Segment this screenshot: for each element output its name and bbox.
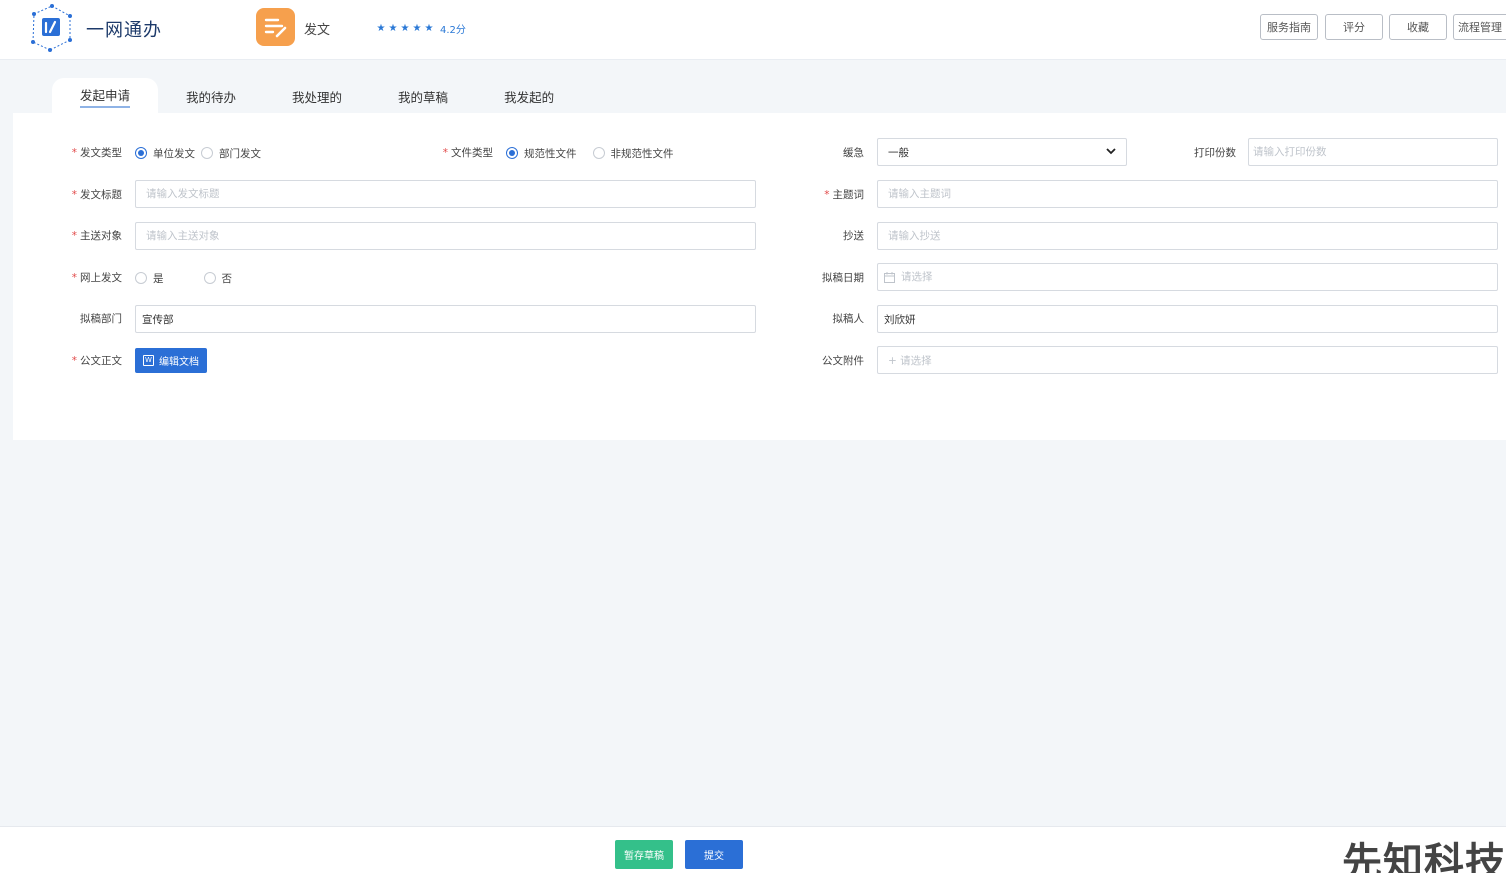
keywords-label: * 主题词 xyxy=(824,189,864,201)
print-copies-label: 打印份数 xyxy=(1194,147,1236,159)
star-icon: ★ xyxy=(388,23,398,34)
body-label: * 公文正文 xyxy=(71,355,122,367)
draft-date-input[interactable] xyxy=(901,271,1491,283)
process-management-button[interactable]: 流程管理 xyxy=(1453,14,1506,40)
draft-date-input-wrapper xyxy=(877,263,1498,291)
file-type-normative-label: 规范性文件 xyxy=(524,147,577,160)
drafter-field[interactable]: 刘欣妍 xyxy=(877,305,1498,333)
star-icon: ★ xyxy=(424,23,434,34)
document-icon: W xyxy=(143,355,154,366)
file-type-radio-group: 规范性文件 非规范性文件 xyxy=(506,146,674,160)
urgency-select[interactable]: 一般 xyxy=(877,138,1127,166)
submit-button[interactable]: 提交 xyxy=(685,840,743,869)
file-type-normative-radio[interactable] xyxy=(506,147,518,159)
tab-bar: 发起申请 我的待办 我处理的 我的草稿 我发起的 xyxy=(52,78,582,114)
tab-todo[interactable]: 我的待办 xyxy=(158,78,264,114)
drafter-label: 拟稿人 xyxy=(832,313,865,325)
online-yes-label: 是 xyxy=(153,272,164,285)
brand-name: 一网通办 xyxy=(86,20,162,41)
edit-document-button[interactable]: W 编辑文档 xyxy=(135,348,207,373)
top-header: 一网通办 发文 ★ ★ ★ ★ ★ 4.2分 服务指南 评分 收藏 流程管理 xyxy=(0,0,1506,60)
doc-type-unit-label: 单位发文 xyxy=(153,147,195,160)
doc-type-radio-group: 单位发文 部门发文 xyxy=(135,146,261,160)
online-radio-group: 是 否 xyxy=(135,271,232,285)
title-input[interactable] xyxy=(146,188,745,200)
star-icon: ★ xyxy=(376,23,386,34)
file-type-label: * 文件类型 xyxy=(442,147,493,159)
print-copies-input[interactable] xyxy=(1253,146,1493,158)
title-label: * 发文标题 xyxy=(71,189,122,201)
calendar-icon xyxy=(884,271,895,283)
doc-type-unit-radio[interactable] xyxy=(135,147,147,159)
attachment-label: 公文附件 xyxy=(822,355,864,367)
keywords-input[interactable] xyxy=(888,188,1487,200)
pen-list-icon xyxy=(264,18,286,38)
doc-type-dept-label: 部门发文 xyxy=(219,147,261,160)
doc-type-dept-radio[interactable] xyxy=(201,147,213,159)
tab-drafts[interactable]: 我的草稿 xyxy=(370,78,476,114)
service-guide-button[interactable]: 服务指南 xyxy=(1260,14,1318,40)
save-draft-button[interactable]: 暂存草稿 xyxy=(615,840,673,869)
rate-button[interactable]: 评分 xyxy=(1325,14,1383,40)
star-icon: ★ xyxy=(400,23,410,34)
draft-date-label: 拟稿日期 xyxy=(822,272,864,284)
draft-dept-field[interactable]: 宣传部 xyxy=(135,305,756,333)
action-footer: 暂存草稿 提交 xyxy=(0,826,1506,873)
print-copies-input-wrapper xyxy=(1248,138,1498,166)
title-input-wrapper xyxy=(135,180,756,208)
doc-type-label: * 发文类型 xyxy=(71,147,122,159)
recipient-input[interactable] xyxy=(146,230,745,242)
cc-input[interactable] xyxy=(888,230,1487,242)
portal-logo-icon xyxy=(31,4,72,52)
recipient-input-wrapper xyxy=(135,222,756,250)
online-no-label: 否 xyxy=(221,272,233,285)
app-name: 发文 xyxy=(304,23,331,38)
attachment-picker[interactable]: + 请选择 xyxy=(877,346,1498,374)
rating-stars: ★ ★ ★ ★ ★ 4.2分 xyxy=(376,21,466,36)
watermark-text: 先知科技 xyxy=(1342,840,1506,873)
tab-initiate[interactable]: 发起申请 xyxy=(52,78,159,114)
file-type-nonnormative-radio[interactable] xyxy=(592,147,605,159)
file-type-nonnormative-label: 非规范性文件 xyxy=(610,147,674,160)
tab-initiated[interactable]: 我发起的 xyxy=(476,78,582,114)
chevron-down-icon xyxy=(1106,147,1116,158)
online-no-radio[interactable] xyxy=(203,272,216,284)
online-yes-radio[interactable] xyxy=(135,272,147,284)
cc-label: 抄送 xyxy=(843,230,864,242)
rating-score: 4.2分 xyxy=(440,25,466,36)
online-label: * 网上发文 xyxy=(71,272,122,284)
cc-input-wrapper xyxy=(877,222,1498,250)
draft-dept-label: 拟稿部门 xyxy=(80,313,122,325)
document-issue-app-icon xyxy=(256,8,295,46)
tab-handled[interactable]: 我处理的 xyxy=(264,78,370,114)
favorite-button[interactable]: 收藏 xyxy=(1389,14,1447,40)
star-icon: ★ xyxy=(412,23,422,34)
urgency-label: 缓急 xyxy=(843,147,864,159)
recipient-label: * 主送对象 xyxy=(71,230,122,242)
keywords-input-wrapper xyxy=(877,180,1498,208)
